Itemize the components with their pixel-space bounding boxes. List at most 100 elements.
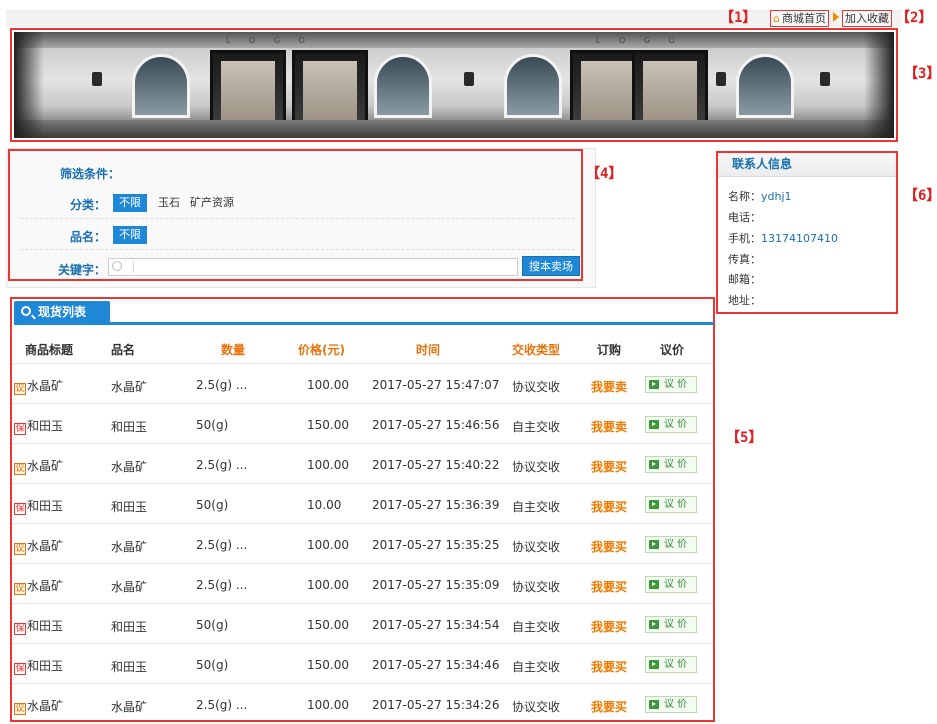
order-action-link[interactable]: 我要卖 (591, 418, 627, 435)
header-quantity[interactable]: 数量 (221, 341, 245, 358)
product-name-option-all[interactable]: 不限 (113, 226, 147, 244)
favorite-link[interactable]: 加入收藏 (842, 10, 892, 27)
negotiate-button[interactable]: 议 价 (645, 456, 697, 473)
header-negotiate: 议价 (660, 343, 685, 357)
negotiate-button[interactable]: 议 价 (645, 656, 697, 673)
filter-divider (20, 218, 575, 219)
negotiate-label: 议 价 (664, 539, 688, 550)
search-icon (21, 306, 31, 316)
header-name[interactable]: 品名 (111, 341, 135, 358)
negotiate-button[interactable]: 议 价 (645, 576, 697, 593)
keyword-input[interactable] (108, 258, 518, 276)
quantity: 2.5(g) ... (196, 458, 248, 472)
product-title-link[interactable]: 议水晶矿 (14, 577, 63, 595)
trade-time: 2017-05-27 15:34:54 (372, 618, 500, 632)
order-action-link[interactable]: 我要买 (591, 578, 627, 595)
negotiate-button[interactable]: 议 价 (645, 696, 697, 713)
product-title: 和田玉 (27, 499, 64, 513)
product-title-link[interactable]: 议水晶矿 (14, 697, 63, 715)
home-link[interactable]: ⌂ 商城首页 (770, 10, 829, 27)
product-title-link[interactable]: 保和田玉 (14, 657, 63, 675)
product-name: 和田玉 (111, 500, 148, 514)
product-name: 水晶矿 (111, 540, 148, 554)
trade-time: 2017-05-27 15:34:26 (372, 698, 500, 712)
contact-email-row: 邮箱： (728, 271, 761, 287)
search-store-button[interactable]: 搜本卖场 (522, 256, 580, 276)
row-divider (12, 363, 713, 364)
delivery-type: 协议交收 (512, 380, 561, 394)
product-title: 和田玉 (27, 419, 64, 433)
negotiate-button[interactable]: 议 价 (645, 536, 697, 553)
category-option-all[interactable]: 不限 (113, 194, 147, 212)
row-divider (12, 603, 713, 604)
negotiate-button[interactable]: 议 价 (645, 376, 697, 393)
product-name: 水晶矿 (111, 460, 148, 474)
order-action-link[interactable]: 我要买 (591, 658, 627, 675)
quantity: 2.5(g) ... (196, 698, 248, 712)
product-title-link[interactable]: 保和田玉 (14, 497, 63, 515)
banner-sign-right: L O G O (596, 36, 683, 45)
negotiate-button[interactable]: 议 价 (645, 616, 697, 633)
negotiate-icon (649, 700, 659, 709)
product-title: 水晶矿 (27, 459, 64, 473)
category-option-jade[interactable]: 玉石 (152, 194, 186, 212)
negotiate-button[interactable]: 议 价 (645, 416, 697, 433)
price: 150.00 (307, 418, 349, 432)
negotiate-label: 议 价 (664, 379, 688, 390)
order-action-link[interactable]: 我要买 (591, 498, 627, 515)
product-title-link[interactable]: 议水晶矿 (14, 377, 63, 395)
header-time[interactable]: 时间 (416, 341, 440, 358)
annotation-2: 【2】 (896, 10, 933, 26)
filter-title: 筛选条件： (60, 167, 121, 181)
quantity: 50(g) (196, 498, 229, 512)
quantity: 2.5(g) ... (196, 578, 248, 592)
tab-spot-list-label: 现货列表 (38, 305, 87, 319)
product-title-link[interactable]: 保和田玉 (14, 617, 63, 635)
negotiate-label: 议 价 (664, 419, 688, 430)
delivery-type: 协议交收 (512, 700, 561, 714)
delivery-type: 协议交收 (512, 540, 561, 554)
delivery-type: 协议交收 (512, 460, 561, 474)
order-action-link[interactable]: 我要买 (591, 538, 627, 555)
contact-panel: 联系人信息 名称：ydhj1 电话： 手机：13174107410 传真： 邮箱… (716, 151, 898, 314)
order-action-link[interactable]: 我要买 (591, 698, 627, 715)
quantity: 2.5(g) ... (196, 378, 248, 392)
contact-name-value: ydhj1 (761, 190, 792, 203)
negotiate-icon (649, 580, 659, 589)
negotiate-icon (649, 460, 659, 469)
product-title-link[interactable]: 议水晶矿 (14, 457, 63, 475)
price: 150.00 (307, 618, 349, 632)
quantity: 50(g) (196, 618, 229, 632)
negotiate-button[interactable]: 议 价 (645, 496, 697, 513)
header-delivery-type[interactable]: 交收类型 (512, 341, 560, 358)
filter-divider (20, 249, 575, 250)
annotation-6: 【6】 (904, 188, 937, 204)
row-divider (12, 403, 713, 404)
header-price[interactable]: 价格(元) (298, 341, 345, 358)
product-name: 水晶矿 (111, 700, 148, 714)
product-name: 和田玉 (111, 660, 148, 674)
category-option-minerals[interactable]: 矿产资源 (184, 194, 240, 212)
product-title-link[interactable]: 议水晶矿 (14, 537, 63, 555)
trade-time: 2017-05-27 15:36:39 (372, 498, 500, 512)
negotiable-badge: 议 (14, 583, 26, 595)
trade-time: 2017-05-27 15:46:56 (372, 418, 500, 432)
row-divider (12, 483, 713, 484)
tab-spot-list[interactable]: 现货列表 (14, 301, 110, 323)
order-action-link[interactable]: 我要买 (591, 618, 627, 635)
negotiate-icon (649, 420, 659, 429)
header-order: 订购 (597, 343, 622, 357)
quantity: 2.5(g) ... (196, 538, 248, 552)
negotiable-badge: 议 (14, 463, 26, 475)
price: 10.00 (307, 498, 342, 512)
contact-address-row: 地址： (728, 292, 761, 308)
home-icon: ⌂ (773, 12, 780, 25)
header-title[interactable]: 商品标题 (25, 341, 73, 358)
product-title: 和田玉 (27, 619, 64, 633)
product-title-link[interactable]: 保和田玉 (14, 417, 63, 435)
trade-time: 2017-05-27 15:35:09 (372, 578, 500, 592)
top-bar-background (6, 10, 902, 27)
negotiate-label: 议 价 (664, 459, 688, 470)
order-action-link[interactable]: 我要买 (591, 458, 627, 475)
order-action-link[interactable]: 我要卖 (591, 378, 627, 395)
